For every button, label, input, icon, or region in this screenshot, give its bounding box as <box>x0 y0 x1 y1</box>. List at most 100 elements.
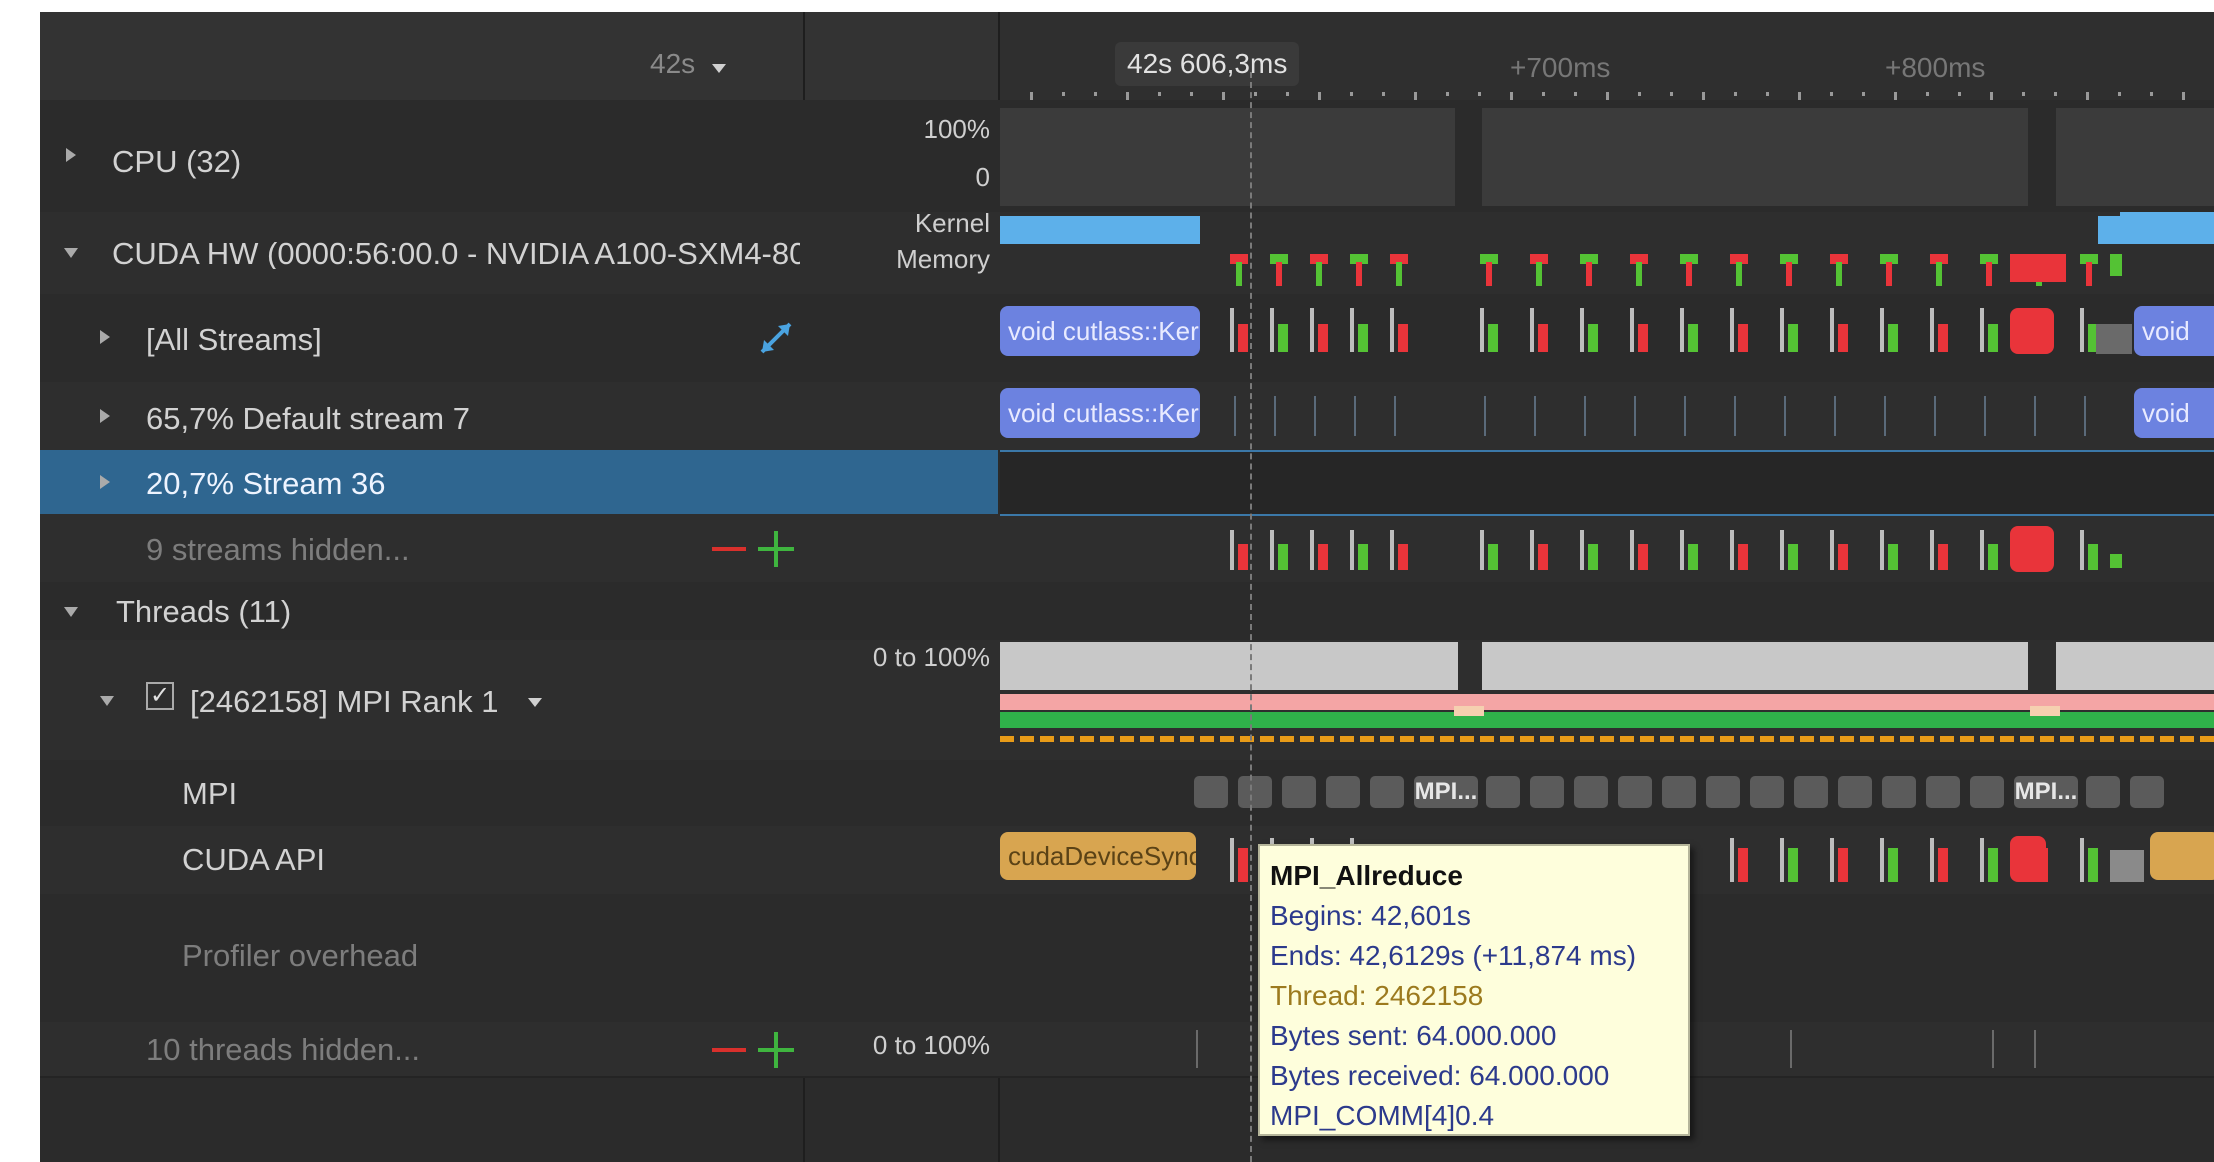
collapse-icon[interactable] <box>64 607 78 617</box>
row-label-threads-hidden[interactable]: 10 threads hidden... <box>146 1034 420 1065</box>
plus-icon[interactable] <box>758 531 794 567</box>
stream-kernel-mark <box>1398 324 1408 352</box>
stream-kernel-mark <box>1780 308 1784 352</box>
stream-tick <box>1274 396 1276 436</box>
cpu-utilization-track[interactable] <box>1000 108 2214 208</box>
mpi-call-block-small <box>1530 776 1564 808</box>
stream-kernel-mark <box>1830 308 1834 352</box>
ruler-tick <box>1574 92 1577 96</box>
memory-transfer-mark <box>1396 262 1402 286</box>
cuda-api-mark <box>1938 848 1948 882</box>
row-label-mpi-rank[interactable]: [2462158] MPI Rank 1 <box>190 686 498 717</box>
collapse-icon[interactable] <box>64 248 78 258</box>
minus-icon[interactable] <box>712 1048 746 1052</box>
kernel-usage-bar <box>2120 212 2214 222</box>
cuda-api-mark <box>2080 838 2084 882</box>
cuda-api-mark <box>1788 848 1798 882</box>
ruler-tick <box>1158 92 1161 96</box>
chevron-down-icon[interactable] <box>528 698 542 707</box>
stream-kernel-mark <box>1838 544 1848 570</box>
stream-kernel-mark <box>2088 544 2098 570</box>
stream-kernel-mark <box>1230 530 1234 570</box>
stream-kernel-mark <box>1580 530 1584 570</box>
kernel-bar[interactable]: void <box>2134 388 2214 438</box>
cuda-hw-track[interactable] <box>1000 212 2214 294</box>
stream-kernel-mark <box>1888 324 1898 352</box>
row-label-default-stream[interactable]: 65,7% Default stream 7 <box>146 403 470 434</box>
expand-icon[interactable] <box>66 148 76 162</box>
ruler-tick <box>2182 92 2185 100</box>
stream-kernel-mark <box>1480 308 1484 352</box>
ruler-tick <box>1382 92 1385 96</box>
mpi-call-block-small <box>1282 776 1316 808</box>
stream-tick <box>1394 396 1396 436</box>
ruler-tick <box>1926 92 1929 96</box>
default-stream-track[interactable]: void cutlass::Kernel void <box>1000 382 2214 450</box>
expand-icon[interactable] <box>100 330 110 344</box>
stream-kernel-mark <box>1480 530 1484 570</box>
cuda-api-mark <box>1980 838 1984 882</box>
expand-icon[interactable] <box>100 475 110 489</box>
row-label-threads[interactable]: Threads (11) <box>116 596 291 627</box>
hidden-streams-track[interactable] <box>1000 514 2214 582</box>
mpi-call-block-small <box>1574 776 1608 808</box>
row-label-all-streams[interactable]: [All Streams] <box>146 324 322 355</box>
mpi-track[interactable]: MPI... MPI... <box>1000 760 2214 826</box>
cuda-api-bar[interactable] <box>2150 832 2214 880</box>
ruler-tick <box>2086 92 2089 100</box>
collapse-icon[interactable] <box>100 696 114 706</box>
mpi-call-block-small <box>1750 776 1784 808</box>
time-dropdown[interactable]: 42s <box>650 48 726 82</box>
stream-kernel-mark <box>1538 324 1548 352</box>
row-label-cuda-api[interactable]: CUDA API <box>182 844 325 875</box>
row-bg <box>40 582 2214 640</box>
cuda-api-mark <box>2010 836 2046 882</box>
ruler-tick <box>1446 92 1449 96</box>
cuda-api-mark <box>2110 850 2144 882</box>
stream-kernel-mark <box>1788 324 1798 352</box>
memory-transfer-mark <box>1936 262 1942 286</box>
ruler-tick <box>1190 92 1193 96</box>
stream-tick <box>1484 396 1486 436</box>
minus-icon[interactable] <box>712 547 746 551</box>
stream-kernel-mark <box>1270 530 1274 570</box>
thread-tick <box>1790 1030 1792 1068</box>
tooltip-bytes-received: Bytes received: 64.000.000 <box>1270 1060 1610 1091</box>
all-streams-track[interactable]: void cutlass::Kernel void <box>1000 294 2214 382</box>
thread-utilization-track[interactable] <box>1000 640 2214 760</box>
row-label-stream-36[interactable]: 20,7% Stream 36 <box>146 468 386 499</box>
row-label-cuda-hw[interactable]: CUDA HW (0000:56:00.0 - NVIDIA A100-SXM4… <box>112 238 800 269</box>
plus-icon[interactable] <box>758 1032 794 1068</box>
ruler-tick <box>1286 92 1289 96</box>
kernel-bar[interactable]: void <box>2134 306 2214 356</box>
mpi-call-block-small <box>2130 776 2164 808</box>
ruler-tick <box>1510 92 1513 100</box>
expand-icon[interactable] <box>100 409 110 423</box>
ruler-tick <box>1318 92 1321 100</box>
stream-kernel-mark <box>1780 530 1784 570</box>
stream-tick <box>1534 396 1536 436</box>
stream-kernel-mark <box>1588 324 1598 352</box>
stream-kernel-mark <box>1638 324 1648 352</box>
row-label-cpu[interactable]: CPU (32) <box>112 146 241 177</box>
mpi-call-block-small <box>1238 776 1272 808</box>
cuda-api-mark <box>2088 848 2098 882</box>
cuda-api-mark <box>1988 848 1998 882</box>
thread-tick <box>2034 1030 2036 1068</box>
ruler-tick <box>1414 92 1417 100</box>
stream-tick <box>1934 396 1936 436</box>
scale-thread: 0 to 100% <box>872 642 990 672</box>
expand-arrows-icon[interactable] <box>756 318 796 358</box>
memory-transfer-mark <box>1736 262 1742 286</box>
mpi-call-block-small <box>1970 776 2004 808</box>
stream-kernel-mark <box>1350 530 1354 570</box>
thread-checkbox[interactable]: ✓ <box>146 682 174 710</box>
row-label-mpi[interactable]: MPI <box>182 778 237 809</box>
row-label-streams-hidden[interactable]: 9 streams hidden... <box>146 534 410 565</box>
scale-memory: Memory <box>896 244 990 274</box>
row-label-profiler-overhead[interactable]: Profiler overhead <box>182 940 418 971</box>
stream-kernel-mark <box>1580 308 1584 352</box>
stream-kernel-mark <box>1980 530 1984 570</box>
cuda-api-mark <box>1930 838 1934 882</box>
stream-kernel-mark <box>1938 544 1948 570</box>
